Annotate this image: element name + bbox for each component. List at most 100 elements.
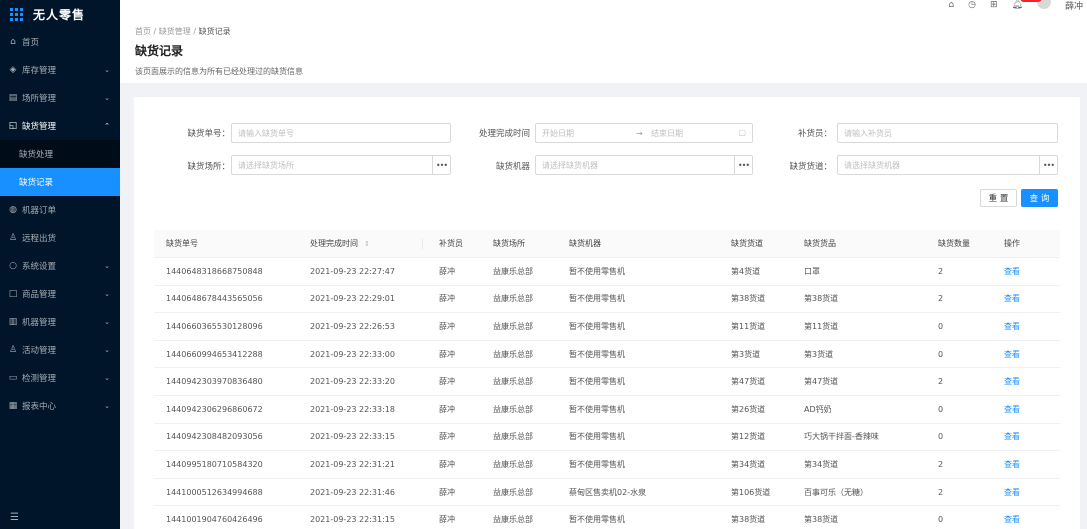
chevron-icon: ⌄ (104, 94, 110, 102)
view-link[interactable]: 查看 (1004, 313, 1020, 340)
end-date-placeholder: 结束日期 (651, 128, 683, 138)
cell-replenisher: 薛冲 (439, 294, 455, 304)
sort-icon[interactable]: ⇕ (364, 240, 370, 248)
sidebar-item-label: 系统设置 (22, 262, 57, 272)
sidebar-item-remote[interactable]: ♙ 远程出货 (0, 224, 120, 252)
cell-lane: 第12货道 (731, 432, 766, 442)
view-link[interactable]: 查看 (1004, 286, 1020, 313)
cell-lane: 第47货道 (731, 377, 766, 387)
home-icon[interactable]: ⌂ (948, 0, 954, 10)
home-icon: ⌂ (10, 37, 16, 47)
cell-lane: 第3货道 (731, 349, 761, 359)
column-header-replenisher: 补货员 (439, 239, 463, 248)
query-button[interactable]: 查 询 (1021, 189, 1058, 207)
column-header-lane: 缺货货道 (731, 239, 763, 248)
lane-select[interactable]: 请选择缺货机器 ••• (837, 155, 1058, 175)
chevron-icon: ⌄ (104, 66, 110, 74)
sidebar-item-inventory[interactable]: ◈ 库存管理 ⌄ (0, 56, 120, 84)
reset-button[interactable]: 重 置 (980, 189, 1017, 207)
cell-venue: 益康乐总部 (493, 515, 533, 525)
cell-venue: 益康乐总部 (493, 349, 533, 359)
sidebar-item-monitor[interactable]: ▭ 检测管理 ⌄ (0, 364, 120, 392)
sidebar-item-product[interactable]: □ 商品管理 ⌄ (0, 280, 120, 308)
sidebar-item-shortage-records[interactable]: 缺货记录 (0, 168, 120, 196)
sidebar-item-machine[interactable]: ▥ 机器管理 ⌄ (0, 308, 120, 336)
cell-quantity: 0 (938, 404, 944, 414)
start-date-placeholder: 开始日期 (542, 128, 574, 138)
cell-quantity: 0 (938, 515, 944, 525)
cell-finish-time: 2021-09-23 22:29:01 (310, 294, 395, 304)
sidebar-item-label: 缺货管理 (22, 122, 57, 132)
replenisher-input[interactable]: 请输入补货员 (837, 123, 1058, 143)
cell-finish-time: 2021-09-23 22:31:21 (310, 459, 395, 469)
sidebar-item-shortage[interactable]: ◱ 缺货管理 ⌃ (0, 112, 120, 140)
cell-venue: 益康乐总部 (493, 321, 533, 331)
table-row: 1440660365530128096 2021-09-23 22:26:53 薛冲… (154, 313, 1060, 341)
cell-finish-time: 2021-09-23 22:31:46 (310, 487, 395, 497)
venue-select[interactable]: 请选择缺货场所 ••• (231, 155, 451, 175)
cell-order-no: 1440660994653412288 (166, 349, 263, 359)
menu-collapse-icon[interactable]: ☰ (10, 512, 19, 523)
sidebar-item-venue[interactable]: ▤ 场所管理 ⌄ (0, 84, 120, 112)
chevron-icon: ⌃ (104, 122, 110, 130)
view-link[interactable]: 查看 (1004, 506, 1020, 529)
sidebar-item-label: 远程出货 (22, 234, 57, 244)
order-no-input[interactable]: 请输入缺货单号 (231, 123, 451, 143)
cell-machine: 暂不使用零售机 (569, 377, 625, 387)
machine-select[interactable]: 请选择缺货机器 ••• (535, 155, 753, 175)
sidebar-item-machine-order[interactable]: ◍ 机器订单 (0, 196, 120, 224)
report-icon: ▦ (8, 401, 18, 411)
view-link[interactable]: 查看 (1004, 396, 1020, 423)
view-link[interactable]: 查看 (1004, 424, 1020, 451)
column-header-order-no: 缺货单号 (166, 239, 198, 248)
cell-finish-time: 2021-09-23 22:33:15 (310, 432, 395, 442)
cell-quantity: 2 (938, 459, 944, 469)
cell-product: 第38货道 (804, 294, 839, 304)
cell-quantity: 0 (938, 432, 944, 442)
cell-venue: 益康乐总部 (493, 294, 533, 304)
column-header-finish-time[interactable]: 处理完成时间 ⇕ (310, 230, 370, 257)
breadcrumb-parent[interactable]: 缺货管理 (159, 27, 191, 36)
lane-label: 缺货货道： (789, 162, 832, 172)
venue-icon: ▤ (8, 93, 18, 103)
inventory-icon: ◈ (9, 65, 17, 75)
user-name[interactable]: 薛冲 (1065, 0, 1083, 12)
grid-icon[interactable]: ⊞ (990, 0, 998, 10)
view-link[interactable]: 查看 (1004, 479, 1020, 506)
sidebar-item-label: 首页 (22, 38, 40, 48)
view-link[interactable]: 查看 (1004, 451, 1020, 478)
cell-order-no: 1440648678443565056 (166, 294, 263, 304)
app-logo[interactable]: 无人零售 (0, 0, 120, 28)
cell-lane: 第38货道 (731, 294, 766, 304)
breadcrumb-home[interactable]: 首页 (135, 27, 151, 36)
sidebar-item-shortage-handling[interactable]: 缺货处理 (0, 140, 120, 168)
sidebar-item-label: 库存管理 (22, 66, 57, 76)
column-header-machine: 缺货机器 (569, 239, 601, 248)
cell-machine: 暂不使用零售机 (569, 294, 625, 304)
view-link[interactable]: 查看 (1004, 258, 1020, 285)
sidebar-item-report[interactable]: ▦ 报表中心 ⌄ (0, 392, 120, 420)
chevron-icon: ⌄ (104, 290, 110, 298)
lane-more-icon[interactable]: ••• (1039, 156, 1057, 174)
table-row: 1441001904760426496 2021-09-23 22:31:15 薛冲… (154, 506, 1060, 529)
cell-machine: 暂不使用零售机 (569, 432, 625, 442)
sidebar-item-home[interactable]: ⌂ 首页 (0, 28, 120, 56)
bell-icon[interactable]: 🔔︎ (1012, 0, 1042, 10)
sidebar-item-activity[interactable]: ♙ 活动管理 ⌄ (0, 336, 120, 364)
clock-icon[interactable]: ◷ (968, 0, 976, 10)
venue-more-icon[interactable]: ••• (432, 156, 450, 174)
cell-finish-time: 2021-09-23 22:33:00 (310, 349, 395, 359)
calendar-icon: ▢ (738, 128, 746, 137)
machine-more-icon[interactable]: ••• (734, 156, 752, 174)
cell-lane: 第34货道 (731, 459, 766, 469)
sidebar-item-label: 活动管理 (22, 346, 57, 356)
cell-lane: 第4货道 (731, 266, 761, 276)
app-grid-icon (10, 7, 23, 21)
sidebar-item-settings[interactable]: ○ 系统设置 ⌄ (0, 252, 120, 280)
view-link[interactable]: 查看 (1004, 341, 1020, 368)
view-link[interactable]: 查看 (1004, 368, 1020, 395)
finish-time-range[interactable]: 开始日期 → 结束日期 ▢ (535, 123, 753, 143)
shortage-records-table: 缺货单号 处理完成时间 ⇕ 补货员 缺货场所 缺货机器 缺货货道 缺货货品 缺货数量 操作 1440… (154, 230, 1060, 529)
column-header-venue: 缺货场所 (493, 239, 525, 248)
table-row: 1440942306296860672 2021-09-23 22:33:18 薛冲… (154, 396, 1060, 424)
